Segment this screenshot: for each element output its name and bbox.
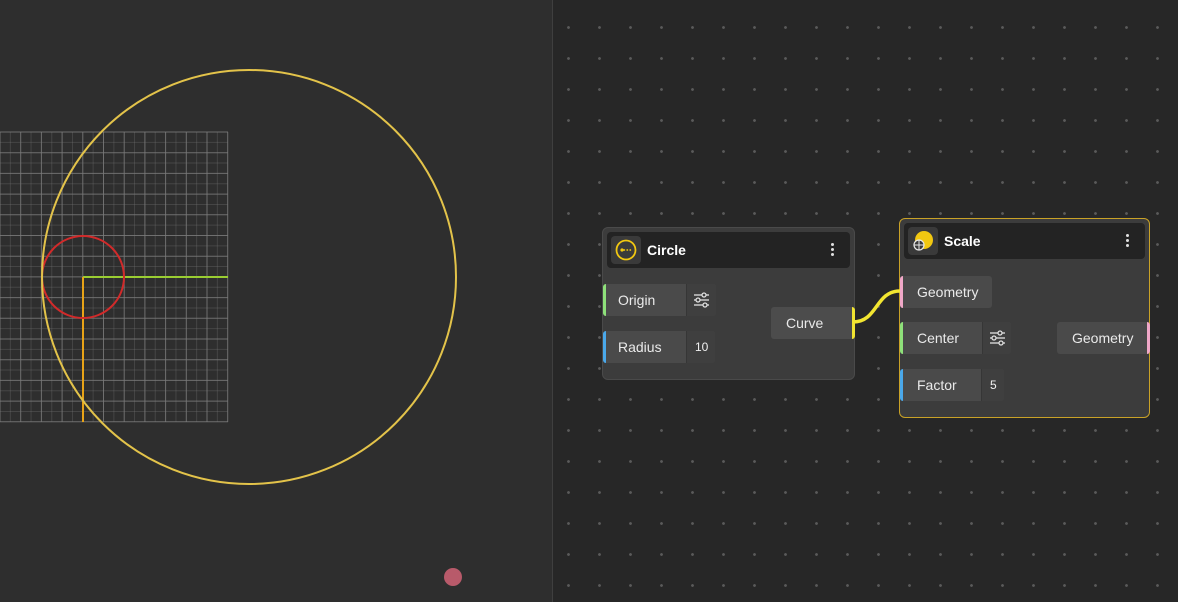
sliders-icon: [990, 330, 1005, 346]
curve-output-port[interactable]: Curve: [771, 307, 855, 339]
cursor-indicator: [444, 568, 462, 586]
viewport-canvas[interactable]: [0, 0, 552, 602]
factor-value: 5: [990, 378, 997, 392]
circle-node-header[interactable]: Circle: [607, 232, 850, 268]
factor-port-indicator: [900, 369, 903, 401]
origin-port-indicator: [603, 284, 606, 316]
center-settings-button[interactable]: [982, 322, 1011, 354]
scale-node-header[interactable]: Scale: [904, 223, 1145, 259]
node-graph-editor[interactable]: Circle Origin Radius 10 Curve Scale Geom…: [553, 0, 1178, 602]
viewport-3d[interactable]: [0, 0, 552, 602]
origin-input-port[interactable]: Origin: [603, 284, 716, 316]
radius-input-port[interactable]: Radius 10: [603, 331, 715, 363]
geometry-output-label: Geometry: [1072, 330, 1134, 346]
geometry-output-indicator: [1147, 322, 1150, 354]
scale-node-menu-icon[interactable]: [1119, 232, 1135, 250]
curve-port-indicator: [852, 307, 855, 339]
curve-port-label: Curve: [786, 315, 824, 331]
radius-port-label: Radius: [618, 339, 662, 355]
radius-port-indicator: [603, 331, 606, 363]
circle-node-title: Circle: [647, 242, 686, 258]
geometry-input-label: Geometry: [917, 284, 979, 300]
scale-node-title: Scale: [944, 233, 981, 249]
circle-node-menu-icon[interactable]: [824, 241, 840, 259]
scale-icon: [908, 227, 938, 255]
center-port-indicator: [900, 322, 903, 354]
radius-value-field[interactable]: 10: [686, 331, 715, 363]
geometry-input-indicator: [900, 276, 903, 308]
curve-to-geometry-wire: [852, 289, 901, 324]
radius-value: 10: [695, 340, 709, 354]
factor-input-port[interactable]: Factor 5: [900, 369, 1004, 401]
sliders-icon: [694, 292, 709, 308]
circle-curve-icon: [611, 236, 641, 264]
geometry-output-port[interactable]: Geometry: [1057, 322, 1150, 354]
geometry-input-port[interactable]: Geometry: [900, 276, 992, 308]
factor-port-label: Factor: [917, 377, 957, 393]
circle-node[interactable]: Circle Origin Radius 10 Curve: [602, 227, 855, 380]
center-input-port[interactable]: Center: [900, 322, 1011, 354]
factor-value-field[interactable]: 5: [981, 369, 1004, 401]
origin-settings-button[interactable]: [686, 284, 716, 316]
scale-node[interactable]: Scale Geometry Center Factor 5 Geometry: [899, 218, 1150, 418]
center-port-label: Center: [917, 330, 960, 346]
origin-port-label: Origin: [618, 292, 656, 308]
